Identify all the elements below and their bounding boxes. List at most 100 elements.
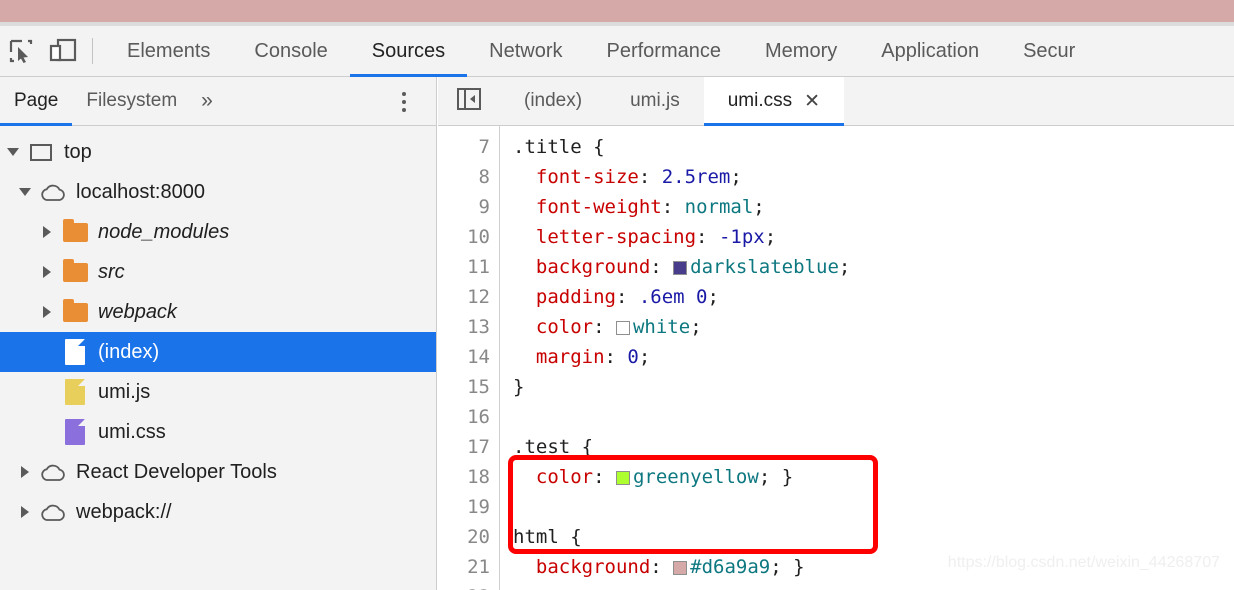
tab-security[interactable]: Secur	[1001, 26, 1097, 77]
code-line[interactable]: .test {	[513, 432, 1234, 462]
code-token: 2.5rem	[661, 166, 731, 188]
editor-tab-umi-css[interactable]: umi.css ✕	[703, 77, 845, 126]
tree-item-react-developer-tools[interactable]: React Developer Tools	[0, 452, 436, 492]
code-token: :	[696, 226, 719, 248]
twisty-collapsed-icon[interactable]	[34, 266, 60, 278]
tab-console[interactable]: Console	[232, 26, 349, 77]
code-line[interactable]: padding: .6em 0;	[513, 282, 1234, 312]
code-token: }	[513, 376, 525, 398]
show-navigator-button[interactable]	[438, 77, 500, 125]
kebab-dot	[402, 108, 406, 112]
tab-memory[interactable]: Memory	[743, 26, 859, 77]
editor-tab-label: (index)	[524, 90, 583, 111]
twisty-expanded-icon[interactable]	[0, 148, 26, 156]
tree-item-webpack-scheme[interactable]: webpack://	[0, 492, 436, 532]
code-line[interactable]: background: darkslateblue;	[513, 252, 1234, 282]
twisty-collapsed-icon[interactable]	[34, 306, 60, 318]
show-navigator-icon	[456, 87, 482, 116]
navigator-menu-button[interactable]	[392, 89, 416, 115]
code-token: :	[604, 346, 628, 368]
tree-item-top[interactable]: top	[0, 132, 436, 172]
subtab-overflow-button[interactable]: »	[191, 89, 223, 113]
line-number: 9	[478, 196, 490, 218]
code-token: .test {	[513, 436, 594, 458]
twisty-expanded-icon[interactable]	[12, 188, 38, 196]
cloud-icon	[38, 503, 68, 522]
tab-elements[interactable]: Elements	[105, 26, 232, 77]
twisty-collapsed-icon[interactable]	[34, 226, 60, 238]
tree-item-label: umi.js	[98, 380, 151, 403]
editor-tab-label: umi.js	[630, 90, 680, 111]
editor-tab-index[interactable]: (index)	[500, 77, 606, 125]
folder-icon	[60, 298, 90, 322]
code-line[interactable]	[513, 492, 1234, 522]
tree-item-label: React Developer Tools	[76, 460, 277, 483]
code-line[interactable]: letter-spacing: -1px;	[513, 222, 1234, 252]
editor-tab-umi-js[interactable]: umi.js	[606, 77, 704, 125]
file-tree: top localhost:8000 node_modules src webp…	[0, 126, 436, 532]
tree-item-label: node_modules	[98, 220, 230, 243]
watermark: https://blog.csdn.net/weixin_44268707	[947, 554, 1220, 571]
inspect-element-button[interactable]	[0, 30, 42, 72]
twisty-collapsed-icon[interactable]	[12, 506, 38, 518]
tree-item-webpack-folder[interactable]: webpack	[0, 292, 436, 332]
subtab-filesystem[interactable]: Filesystem	[72, 77, 191, 126]
subtab-page[interactable]: Page	[0, 77, 73, 126]
tree-item-umi-js[interactable]: umi.js	[0, 372, 436, 412]
code-line[interactable]	[513, 582, 1234, 590]
inspect-element-icon	[8, 38, 34, 64]
tab-network-label: Network	[489, 39, 563, 62]
twisty-collapsed-icon[interactable]	[12, 466, 38, 478]
line-number: 10	[467, 226, 490, 248]
code-line[interactable]: margin: 0;	[513, 342, 1234, 372]
code-token: -1px	[718, 226, 765, 248]
tree-item-label: webpack	[98, 300, 177, 323]
code-line[interactable]: color: white;	[513, 312, 1234, 342]
code-token: :	[650, 256, 674, 278]
tab-sources[interactable]: Sources	[349, 26, 468, 77]
code-token: .6em 0	[638, 286, 708, 308]
device-toolbar-button[interactable]	[42, 30, 84, 72]
code-line[interactable]: }	[513, 372, 1234, 402]
color-swatch[interactable]	[615, 471, 630, 485]
devtools-tab-bar: Elements Console Sources Network Perform…	[105, 26, 1234, 77]
close-icon[interactable]: ✕	[804, 92, 820, 111]
color-swatch[interactable]	[673, 561, 688, 575]
tree-item-label: src	[98, 260, 125, 283]
code-line[interactable]	[513, 402, 1234, 432]
code-token: 0	[627, 346, 639, 368]
tree-item-umi-css[interactable]: umi.css	[0, 412, 436, 452]
code-token: :	[593, 466, 616, 488]
color-swatch[interactable]	[615, 321, 630, 335]
code-line[interactable]: font-size: 2.5rem;	[513, 162, 1234, 192]
line-number: 7	[478, 136, 490, 158]
tree-item-localhost[interactable]: localhost:8000	[0, 172, 436, 212]
code-token: font-size	[535, 166, 639, 188]
line-number: 14	[467, 346, 490, 368]
code-editor[interactable]: 7 8 9 10 11 12 13 14 15 16 17 18 19 20 21 22 .title { f…	[438, 126, 1234, 590]
color-swatch[interactable]	[673, 261, 688, 275]
cloud-icon	[38, 463, 68, 482]
code-token: ;	[730, 166, 742, 188]
tree-item-node-modules[interactable]: node_modules	[0, 212, 436, 252]
subtab-page-label: Page	[14, 90, 59, 111]
line-number: 13	[467, 316, 490, 338]
tree-item-src[interactable]: src	[0, 252, 436, 292]
code-content[interactable]: .title { font-size: 2.5rem; font-weight:…	[500, 126, 1234, 590]
code-token: font-weight	[535, 196, 662, 218]
line-number: 16	[467, 406, 490, 428]
tab-performance[interactable]: Performance	[585, 26, 744, 77]
tab-application[interactable]: Application	[859, 26, 1001, 77]
file-purple-icon	[60, 419, 90, 445]
code-line[interactable]: .title {	[513, 132, 1234, 162]
folder-icon	[60, 258, 90, 282]
code-line[interactable]: color: greenyellow; }	[513, 462, 1234, 492]
code-line[interactable]: font-weight: normal;	[513, 192, 1234, 222]
code-line[interactable]: html {	[513, 522, 1234, 552]
tab-network[interactable]: Network	[467, 26, 584, 77]
tree-item-index[interactable]: (index)	[0, 332, 436, 372]
code-token: :	[661, 196, 685, 218]
code-token: ; }	[758, 466, 794, 488]
